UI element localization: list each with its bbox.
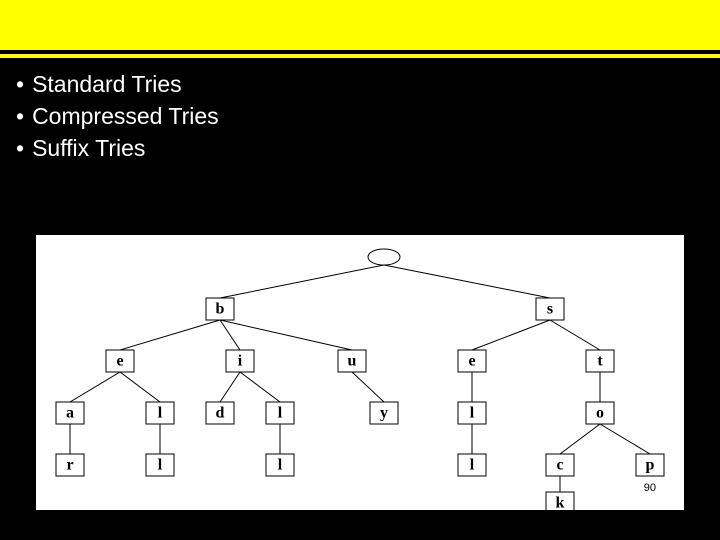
trie-node-label: l [158,457,163,474]
trie-node-label: i [238,353,243,370]
list-item: •Compressed Tries [16,100,704,132]
trie-node-label: y [380,405,388,422]
trie-node-label: l [470,405,475,422]
list-item: •Standard Tries [16,68,704,100]
trie-node-label: p [646,457,655,474]
trie-node-label: u [348,353,357,370]
trie-node-label: k [556,495,565,510]
page-number: 90 [644,482,656,494]
trie-diagram: b s e i u e t a l d l y l o r l l l c p k 90 [36,235,684,510]
trie-root [368,249,400,265]
trie-svg: b s e i u e t a l d l y l o r l l l c p k [36,235,684,510]
trie-node-label: s [547,301,553,318]
trie-node-label: t [597,353,603,370]
bullet-text: Compressed Tries [32,100,219,132]
trie-node-label: e [468,353,475,370]
trie-node-label: a [66,405,74,422]
bullet-text: Standard Tries [32,68,182,100]
trie-node-label: l [158,405,163,422]
trie-node-label: l [278,405,283,422]
trie-node-label: o [596,405,604,422]
trie-node-label: c [556,457,563,474]
list-item: •Suffix Tries [16,132,704,164]
page-title: TRIES [546,0,710,60]
trie-node-label: r [66,457,73,474]
bullet-list: •Standard Tries •Compressed Tries •Suffi… [0,58,720,169]
bullet-text: Suffix Tries [32,132,145,164]
trie-node-label: d [216,405,225,422]
trie-node-label: l [470,457,475,474]
trie-node-label: l [278,457,283,474]
trie-node-label: e [116,353,123,370]
trie-node-label: b [216,301,225,318]
